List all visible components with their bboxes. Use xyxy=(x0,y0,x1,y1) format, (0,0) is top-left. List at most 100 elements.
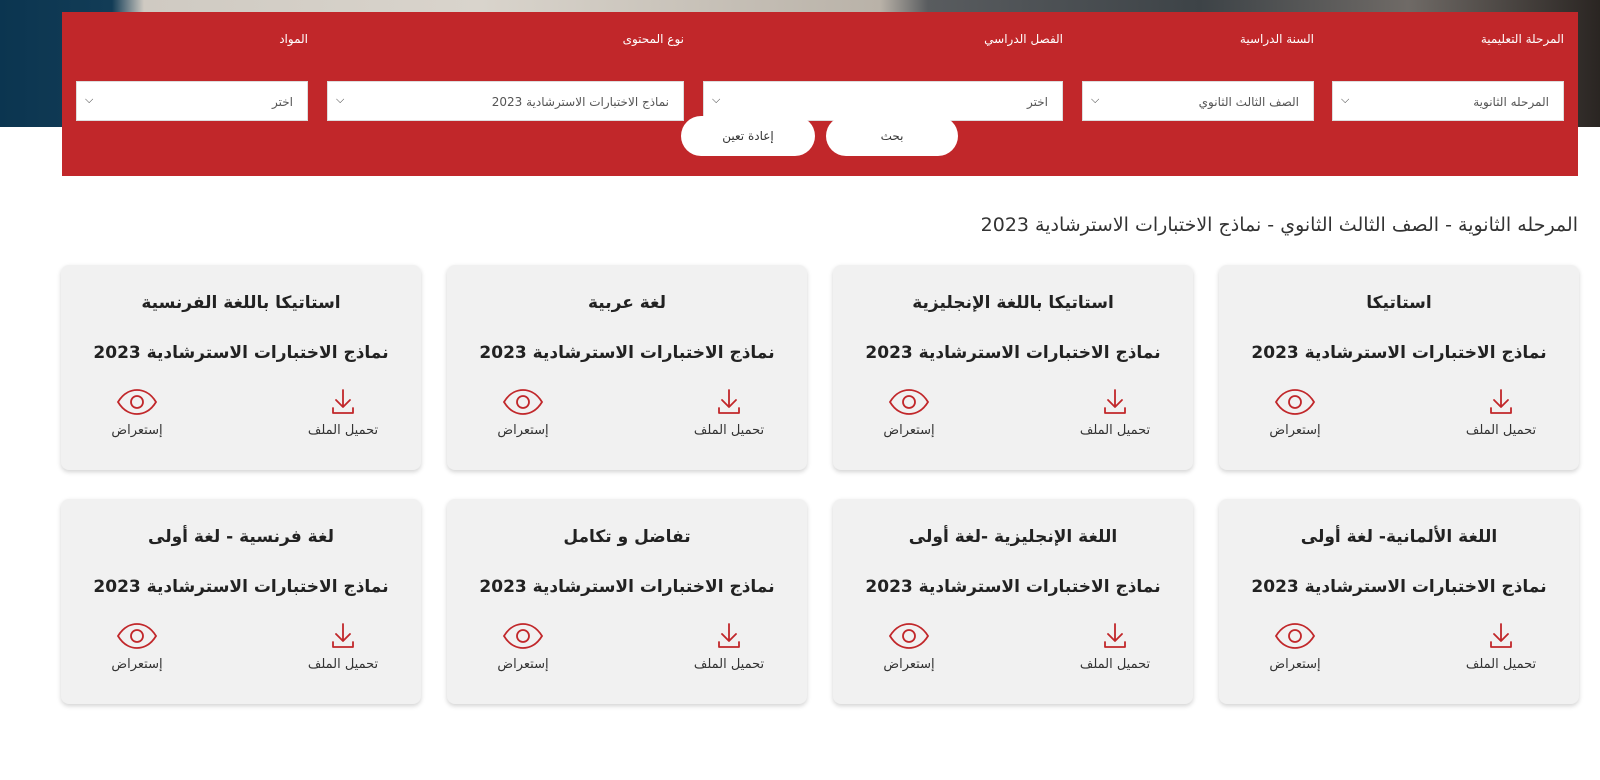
search-button[interactable]: بحث xyxy=(826,116,958,156)
download-file-button[interactable]: تحميل الملف xyxy=(1451,621,1551,681)
chevron-down-icon: ⌵ xyxy=(1091,93,1100,106)
download-icon xyxy=(293,387,393,421)
download-icon xyxy=(679,621,779,655)
preview-label: إستعراض xyxy=(883,657,935,672)
resource-card: لغة فرنسية - لغة أولى نماذج الاختبارات ال… xyxy=(61,499,421,704)
download-label: تحميل الملف xyxy=(1079,423,1151,438)
card-title: اللغة الألمانية- لغة أولى xyxy=(1300,527,1498,547)
resource-card: اللغة الألمانية- لغة أولى نماذج الاختبارا… xyxy=(1219,499,1579,704)
download-file-button[interactable]: تحميل الملف xyxy=(679,621,779,681)
download-icon xyxy=(1065,387,1165,421)
download-file-button[interactable]: تحميل الملف xyxy=(1451,387,1551,447)
preview-button[interactable]: إستعراض xyxy=(473,387,573,447)
download-file-button[interactable]: تحميل الملف xyxy=(293,387,393,447)
filter-semester: الفصل الدراسي اختر ⌵ xyxy=(703,32,1063,121)
card-title: لغة عربية xyxy=(587,293,667,313)
download-label: تحميل الملف xyxy=(1465,657,1537,672)
select-value: الصف الثالث الثانوي xyxy=(1198,95,1299,109)
filter-label: المرحلة التعليمية xyxy=(1480,32,1564,46)
filter-school-year: السنة الدراسية الصف الثالث الثانوي ⌵ xyxy=(1082,32,1314,121)
card-subtitle: نماذج الاختبارات الاسترشادية 2023 xyxy=(865,577,1161,597)
download-label: تحميل الملف xyxy=(1465,423,1537,438)
eye-icon xyxy=(473,387,573,421)
chevron-down-icon: ⌵ xyxy=(85,93,94,106)
content-type-select[interactable]: نماذج الاختبارات الاسترشادية 2023 ⌵ xyxy=(327,81,684,121)
resource-card: استاتيكا باللغة الفرنسية نماذج الاختبارات… xyxy=(61,265,421,470)
education-stage-select[interactable]: المرحله الثانوية ⌵ xyxy=(1332,81,1564,121)
download-label: تحميل الملف xyxy=(693,423,765,438)
download-file-button[interactable]: تحميل الملف xyxy=(293,621,393,681)
resource-card: اللغة الإنجليزية -لغة أولى نماذج الاختبار… xyxy=(833,499,1193,704)
preview-button[interactable]: إستعراض xyxy=(87,387,187,447)
eye-icon xyxy=(1245,387,1345,421)
download-icon xyxy=(1451,621,1551,655)
preview-label: إستعراض xyxy=(111,423,163,438)
preview-button[interactable]: إستعراض xyxy=(859,387,959,447)
download-icon xyxy=(1065,621,1165,655)
card-subtitle: نماذج الاختبارات الاسترشادية 2023 xyxy=(479,577,775,597)
preview-button[interactable]: إستعراض xyxy=(87,621,187,681)
download-file-button[interactable]: تحميل الملف xyxy=(1065,387,1165,447)
eye-icon xyxy=(87,387,187,421)
filter-label: نوع المحتوى xyxy=(622,32,684,46)
reset-button[interactable]: إعادة تعين xyxy=(681,116,815,156)
filter-label: الفصل الدراسي xyxy=(984,32,1063,46)
download-file-button[interactable]: تحميل الملف xyxy=(1065,621,1165,681)
preview-button[interactable]: إستعراض xyxy=(473,621,573,681)
eye-icon xyxy=(87,621,187,655)
preview-label: إستعراض xyxy=(883,423,935,438)
card-subtitle: نماذج الاختبارات الاسترشادية 2023 xyxy=(93,343,389,363)
download-icon xyxy=(679,387,779,421)
download-icon xyxy=(293,621,393,655)
eye-icon xyxy=(859,387,959,421)
select-value: اختر xyxy=(272,95,293,109)
card-subtitle: نماذج الاختبارات الاسترشادية 2023 xyxy=(479,343,775,363)
eye-icon xyxy=(1245,621,1345,655)
select-value: نماذج الاختبارات الاسترشادية 2023 xyxy=(491,95,669,109)
card-title: اللغة الإنجليزية -لغة أولى xyxy=(908,527,1118,547)
card-title: استاتيكا باللغة الإنجليزية xyxy=(912,293,1114,313)
card-subtitle: نماذج الاختبارات الاسترشادية 2023 xyxy=(93,577,389,597)
subjects-select[interactable]: اختر ⌵ xyxy=(76,81,308,121)
resource-card: تفاضل و تكامل نماذج الاختبارات الاسترشادي… xyxy=(447,499,807,704)
filter-content-type: نوع المحتوى نماذج الاختبارات الاسترشادية… xyxy=(327,32,684,121)
card-title: لغة فرنسية - لغة أولى xyxy=(148,527,334,547)
download-label: تحميل الملف xyxy=(307,423,379,438)
resource-card: استاتيكا نماذج الاختبارات الاسترشادية 202… xyxy=(1219,265,1579,470)
preview-button[interactable]: إستعراض xyxy=(1245,621,1345,681)
select-value: المرحله الثانوية xyxy=(1473,95,1549,109)
preview-label: إستعراض xyxy=(497,423,549,438)
filter-panel: المرحلة التعليمية المرحله الثانوية ⌵ الس… xyxy=(62,12,1578,176)
filter-subjects: المواد اختر ⌵ xyxy=(76,32,308,121)
eye-icon xyxy=(859,621,959,655)
filter-label: المواد xyxy=(279,32,308,46)
chevron-down-icon: ⌵ xyxy=(336,93,345,106)
download-label: تحميل الملف xyxy=(307,657,379,672)
preview-label: إستعراض xyxy=(497,657,549,672)
card-title: تفاضل و تكامل xyxy=(563,527,691,547)
school-year-select[interactable]: الصف الثالث الثانوي ⌵ xyxy=(1082,81,1314,121)
preview-button[interactable]: إستعراض xyxy=(859,621,959,681)
chevron-down-icon: ⌵ xyxy=(712,93,721,106)
semester-select[interactable]: اختر ⌵ xyxy=(703,81,1063,121)
preview-label: إستعراض xyxy=(111,657,163,672)
download-label: تحميل الملف xyxy=(1079,657,1151,672)
preview-label: إستعراض xyxy=(1269,657,1321,672)
filter-label: السنة الدراسية xyxy=(1239,32,1314,46)
resource-card: لغة عربية نماذج الاختبارات الاسترشادية 20… xyxy=(447,265,807,470)
download-file-button[interactable]: تحميل الملف xyxy=(679,387,779,447)
preview-button[interactable]: إستعراض xyxy=(1245,387,1345,447)
resource-card: استاتيكا باللغة الإنجليزية نماذج الاختبار… xyxy=(833,265,1193,470)
preview-label: إستعراض xyxy=(1269,423,1321,438)
card-subtitle: نماذج الاختبارات الاسترشادية 2023 xyxy=(1251,343,1547,363)
download-icon xyxy=(1451,387,1551,421)
card-title: استاتيكا باللغة الفرنسية xyxy=(141,293,341,313)
card-subtitle: نماذج الاختبارات الاسترشادية 2023 xyxy=(1251,577,1547,597)
filter-education-stage: المرحلة التعليمية المرحله الثانوية ⌵ xyxy=(1332,32,1564,121)
eye-icon xyxy=(473,621,573,655)
download-label: تحميل الملف xyxy=(693,657,765,672)
card-title: استاتيكا xyxy=(1366,293,1432,313)
select-value: اختر xyxy=(1027,95,1048,109)
card-subtitle: نماذج الاختبارات الاسترشادية 2023 xyxy=(865,343,1161,363)
chevron-down-icon: ⌵ xyxy=(1341,93,1350,106)
